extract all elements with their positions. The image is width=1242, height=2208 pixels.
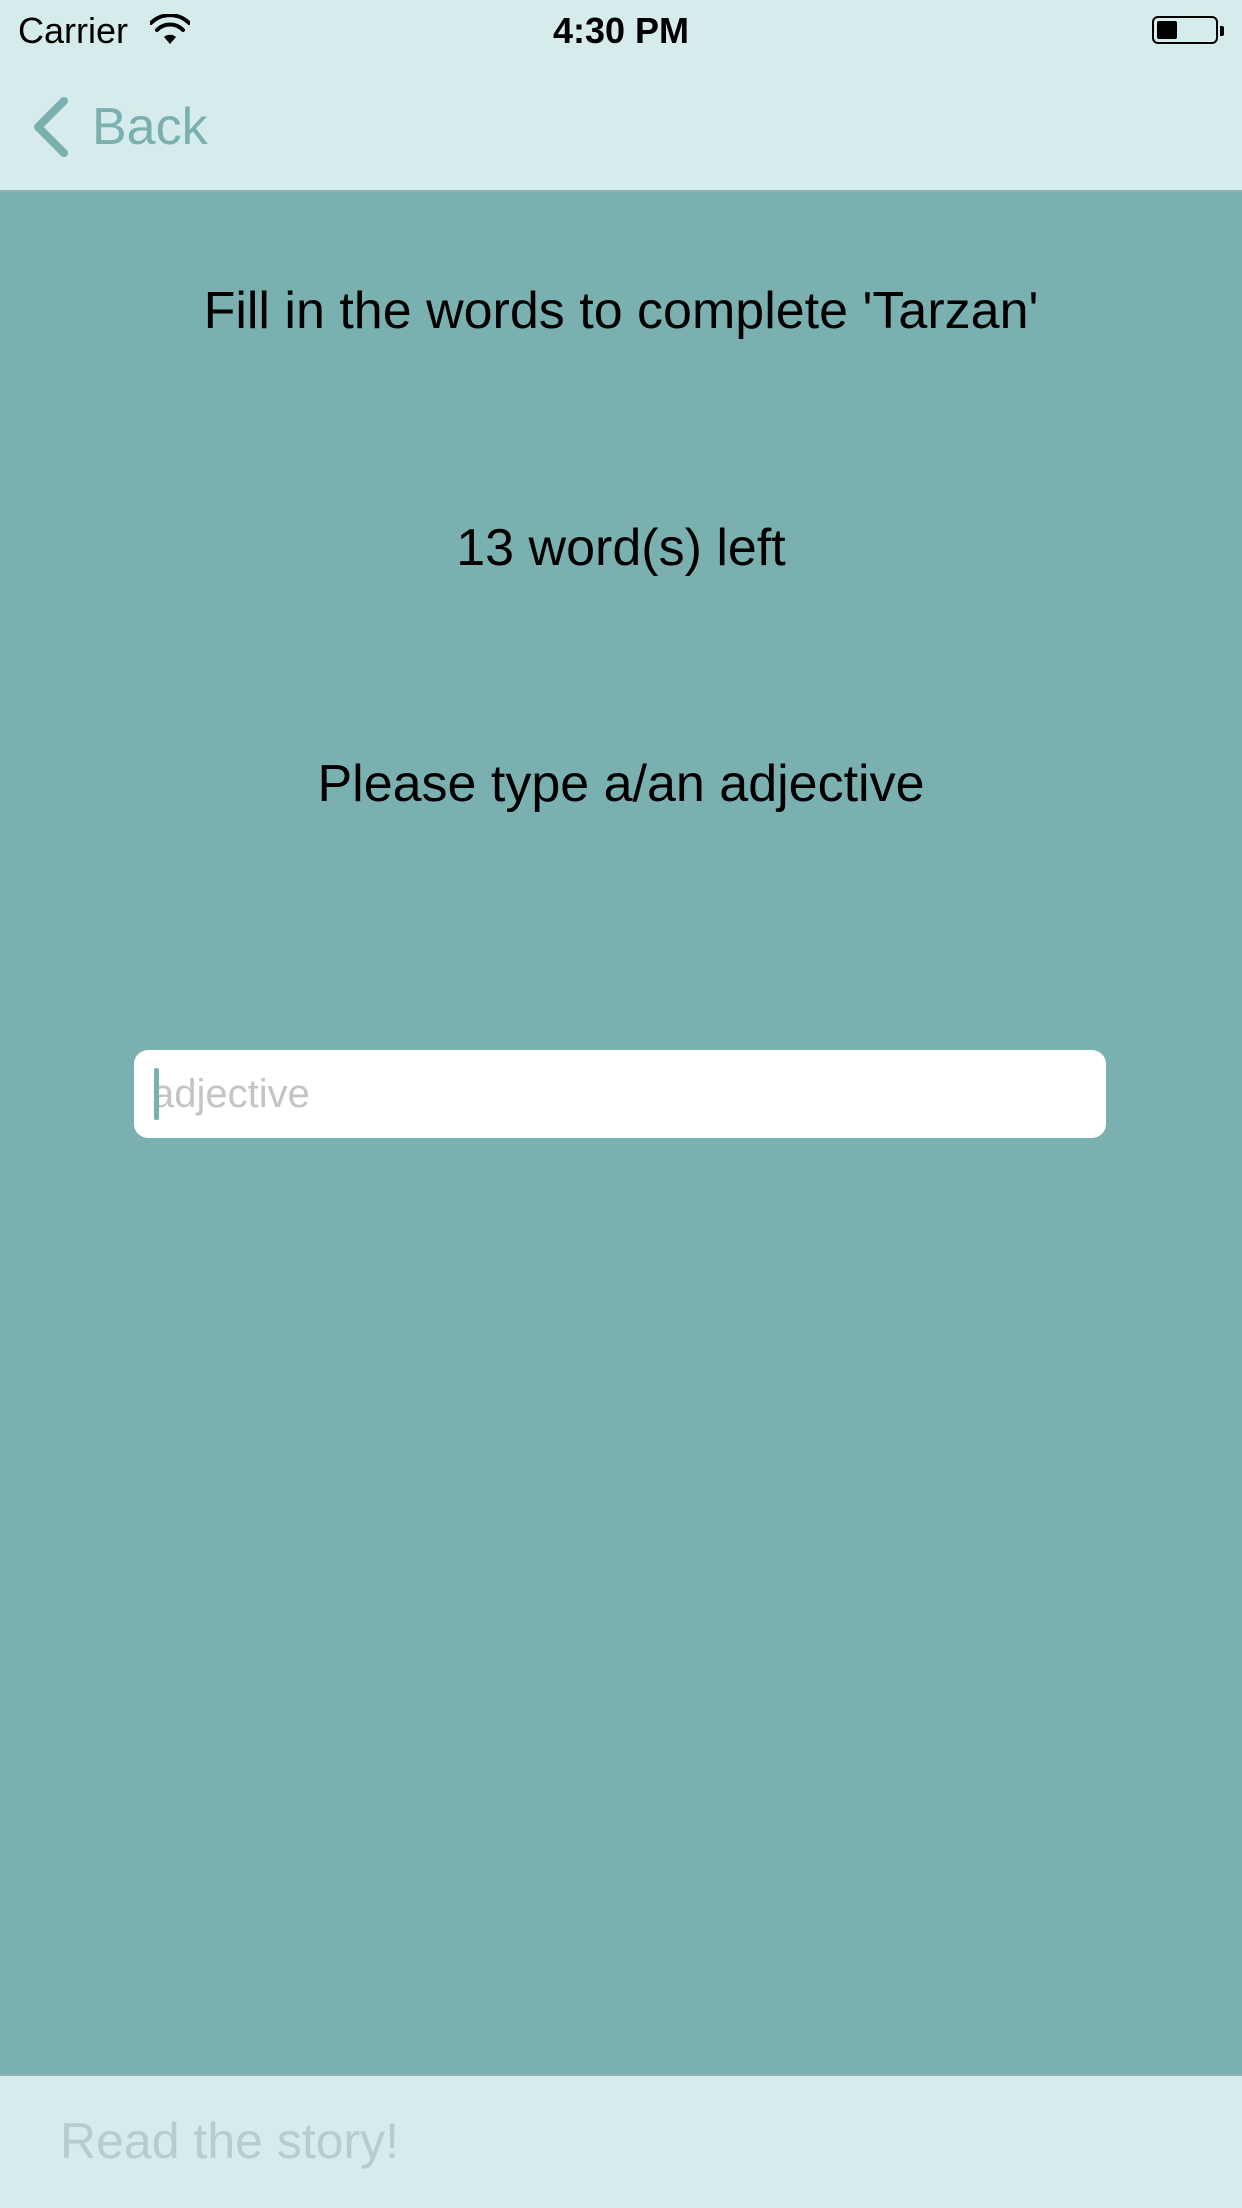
bottom-toolbar: Read the story!	[0, 2074, 1242, 2208]
back-label: Back	[92, 98, 208, 156]
text-caret	[154, 1068, 159, 1120]
battery-tip	[1220, 26, 1224, 36]
battery-icon	[1152, 16, 1218, 44]
word-prompt: Please type a/an adjective	[317, 755, 925, 813]
words-left-counter: 13 word(s) left	[456, 519, 786, 577]
back-button[interactable]: Back	[30, 92, 208, 162]
read-story-button[interactable]: Read the story!	[60, 2112, 399, 2170]
word-input-container	[134, 1050, 1106, 1138]
status-bar: Carrier 4:30 PM	[0, 0, 1242, 62]
top-bar: Carrier 4:30 PM Back	[0, 0, 1242, 192]
nav-bar: Back	[0, 62, 1242, 188]
screen: Carrier 4:30 PM Back Fill in the words t…	[0, 0, 1242, 2208]
battery-level	[1157, 21, 1177, 39]
chevron-left-icon	[34, 97, 68, 157]
adjective-input[interactable]	[134, 1050, 1106, 1138]
clock: 4:30 PM	[552, 10, 690, 51]
page-title: Fill in the words to complete 'Tarzan'	[203, 282, 1039, 340]
